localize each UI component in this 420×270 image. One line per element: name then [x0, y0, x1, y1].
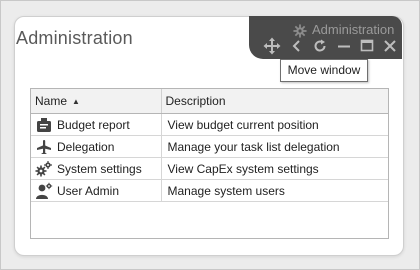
maximize-icon[interactable] — [358, 37, 376, 55]
budget-report-icon — [35, 116, 53, 134]
column-header-name[interactable]: Name ▲ — [31, 89, 162, 114]
close-icon[interactable] — [381, 37, 399, 55]
table-row[interactable]: User Admin Manage system users — [31, 179, 388, 202]
table-row[interactable]: Budget report View budget current positi… — [31, 113, 388, 136]
row-description: View CapEx system settings — [161, 157, 388, 180]
row-name: User Admin — [57, 183, 120, 198]
admin-grid: Name ▲ Description Budget report View bud… — [30, 88, 389, 239]
refresh-icon[interactable] — [311, 37, 329, 55]
back-icon[interactable] — [288, 37, 306, 55]
move-icon[interactable] — [263, 37, 281, 55]
sort-ascending-icon: ▲ — [72, 97, 80, 106]
row-description: Manage your task list delegation — [161, 135, 388, 158]
move-window-tooltip: Move window — [280, 59, 368, 82]
row-name: System settings — [57, 161, 142, 176]
row-description: Manage system users — [161, 179, 388, 202]
user-admin-icon — [35, 182, 53, 200]
panel-title: Administration — [16, 28, 133, 48]
row-description: View budget current position — [161, 113, 388, 136]
minimize-icon[interactable] — [335, 37, 353, 55]
row-name: Budget report — [57, 117, 130, 132]
table-row[interactable]: Delegation Manage your task list delegat… — [31, 135, 388, 158]
row-name: Delegation — [57, 139, 115, 154]
table-row[interactable]: System settings View CapEx system settin… — [31, 157, 388, 180]
system-settings-icon — [35, 160, 53, 178]
delegation-icon — [35, 138, 53, 156]
column-header-description[interactable]: Description — [161, 89, 388, 114]
toolbar-title: Administration — [312, 22, 395, 37]
column-header-name-label: Name — [35, 94, 68, 108]
column-header-description-label: Description — [165, 94, 226, 108]
